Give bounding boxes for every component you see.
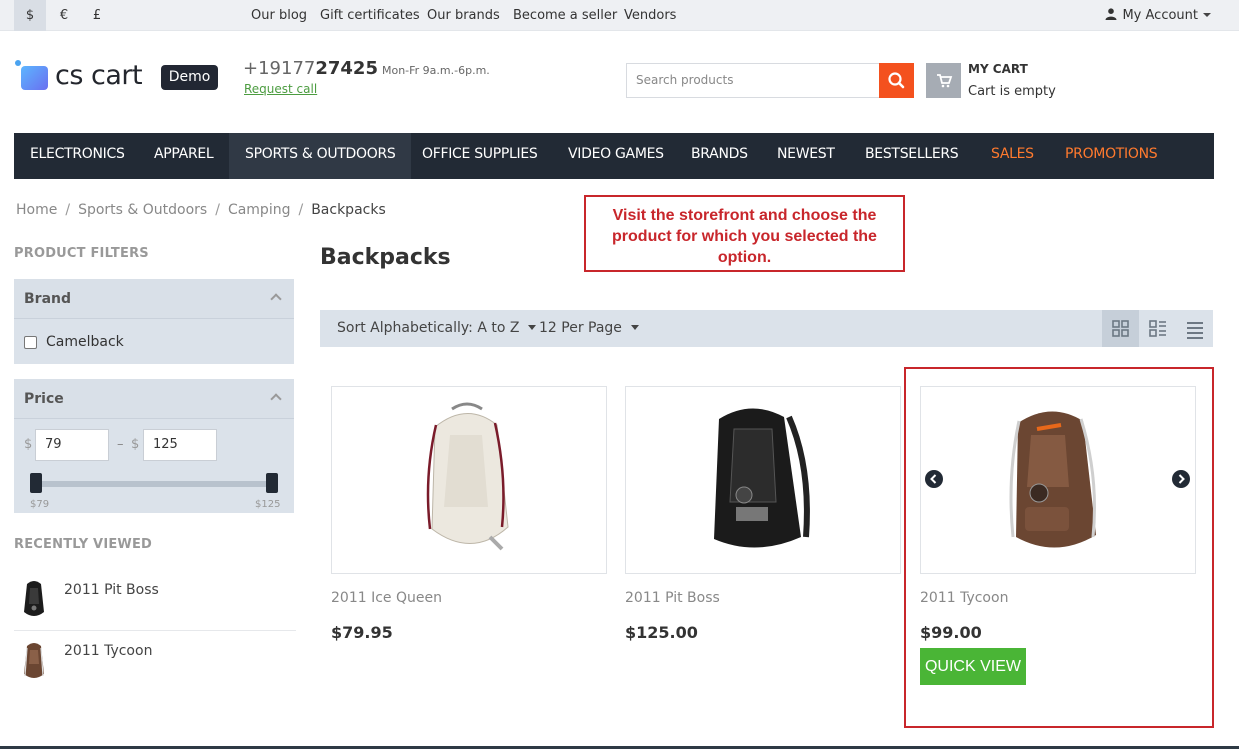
instruction-callout: Visit the storefront and choose the prod… [584,195,905,272]
link-gift-certificates[interactable]: Gift certificates [320,0,420,31]
logo-mark [21,66,48,90]
search-icon [888,72,905,89]
grid-view-button[interactable] [1102,310,1139,347]
sort-order-select[interactable]: Sort Alphabetically: A to Z [337,310,537,347]
menu-electronics[interactable]: ELECTRONICS [14,133,141,179]
product-card-pit-boss[interactable] [625,386,901,574]
list-view-icon [1149,320,1166,337]
product-name-pit-boss[interactable]: 2011 Pit Boss [625,590,720,606]
phone-number: +1917727425 Mon-Fr 9a.m.-6p.m. [243,58,490,79]
top-bar: $ € £ Our blog Gift certificates Our bra… [0,0,1239,31]
chevron-down-icon [630,325,639,330]
link-our-brands[interactable]: Our brands [427,0,500,31]
user-icon [1105,8,1117,20]
breadcrumb: Home / Sports & Outdoors / Camping / Backpacks [16,202,386,218]
menu-office-supplies[interactable]: OFFICE SUPPLIES [406,133,554,179]
product-card-ice-queen[interactable] [331,386,607,574]
divider [14,630,296,631]
logo-dot [15,60,21,66]
camelback-label[interactable]: Camelback [46,334,124,350]
price-min-currency: $ [24,437,33,452]
chevron-up-icon [270,293,282,305]
menu-bestsellers[interactable]: BESTSELLERS [849,133,974,179]
per-page-label: 12 Per Page [539,320,622,336]
recently-viewed-tycoon[interactable]: 2011 Tycoon [64,643,152,659]
grid-view-icon [1112,320,1129,337]
phone-prefix: +19177 [243,58,316,79]
price-slider-max-handle[interactable] [266,473,278,493]
price-filter-header[interactable]: Price [14,379,294,419]
my-account-label: My Account [1122,8,1198,23]
currency-usd[interactable]: $ [14,0,46,31]
price-max-input[interactable]: 125 [143,429,217,461]
price-slider-min-handle[interactable] [30,473,42,493]
price-slider-track[interactable] [36,481,272,487]
currency-eur[interactable]: € [48,0,80,31]
search-input[interactable]: Search products [626,63,880,98]
recently-viewed-pit-boss[interactable]: 2011 Pit Boss [64,582,159,598]
breadcrumb-camping[interactable]: Camping [228,202,291,218]
menu-sports-outdoors[interactable]: SPORTS & OUTDOORS [229,133,412,179]
demo-badge: Demo [161,65,218,90]
price-min-label: $79 [30,499,50,510]
breadcrumb-home[interactable]: Home [16,202,57,218]
recently-viewed-heading: RECENTLY VIEWED [14,537,153,552]
currency-gbp[interactable]: £ [81,0,113,31]
logo-text: cs cart [55,60,143,91]
product-name-ice-queen[interactable]: 2011 Ice Queen [331,590,442,606]
chevron-up-icon [270,393,282,405]
product-image-pit-boss [714,408,810,548]
page-title: Backpacks [320,245,451,270]
per-page-select[interactable]: 12 Per Page [539,310,639,347]
price-range-dash: – [117,437,124,452]
compact-list-button[interactable] [1176,310,1213,347]
cart-icon [937,74,953,88]
price-min-input[interactable]: 79 [35,429,109,461]
working-hours: Mon-Fr 9a.m.-6p.m. [381,64,490,77]
menu-newest[interactable]: NEWEST [761,133,851,179]
sort-toolbar: Sort Alphabetically: A to Z 12 Per Page [320,310,1213,347]
my-account-menu[interactable]: My Account [1105,0,1211,31]
brand-filter-header[interactable]: Brand [14,279,294,319]
my-cart-title[interactable]: MY CART [968,62,1028,76]
menu-sales[interactable]: SALES [975,133,1050,179]
highlight-box [904,367,1214,728]
link-our-blog[interactable]: Our blog [251,0,307,31]
main-menu: ELECTRONICS APPAREL SPORTS & OUTDOORS OF… [14,133,1214,179]
link-vendors[interactable]: Vendors [624,0,676,31]
cart-button[interactable] [926,63,961,98]
menu-video-games[interactable]: VIDEO GAMES [552,133,680,179]
chevron-down-icon [1203,13,1211,17]
menu-promotions[interactable]: PROMOTIONS [1049,133,1173,179]
list-view-button[interactable] [1139,310,1176,347]
tycoon-thumbnail[interactable] [18,640,50,682]
menu-brands[interactable]: BRANDS [675,133,764,179]
product-filters-heading: PRODUCT FILTERS [14,246,149,261]
link-become-a-seller[interactable]: Become a seller [513,0,617,31]
product-price-pit-boss: $125.00 [625,623,698,642]
sort-order-label: Sort Alphabetically: A to Z [337,320,520,336]
chevron-down-icon [528,325,537,330]
cart-status: Cart is empty [968,84,1056,99]
search-button[interactable] [879,63,914,98]
price-filter-title: Price [24,391,64,407]
menu-apparel[interactable]: APPAREL [138,133,229,179]
compact-list-icon [1187,322,1203,339]
pit-boss-thumbnail[interactable] [18,578,50,620]
product-price-ice-queen: $79.95 [331,623,393,642]
price-max-currency: $ [131,437,140,452]
request-call-link[interactable]: Request call [244,82,317,96]
price-max-label: $125 [255,499,281,510]
product-image-ice-queen [426,402,509,551]
camelback-checkbox[interactable] [24,336,37,349]
brand-filter-title: Brand [24,291,72,307]
breadcrumb-current: Backpacks [311,202,386,218]
breadcrumb-sports-outdoors[interactable]: Sports & Outdoors [78,202,207,218]
phone-bold: 27425 [315,58,378,79]
